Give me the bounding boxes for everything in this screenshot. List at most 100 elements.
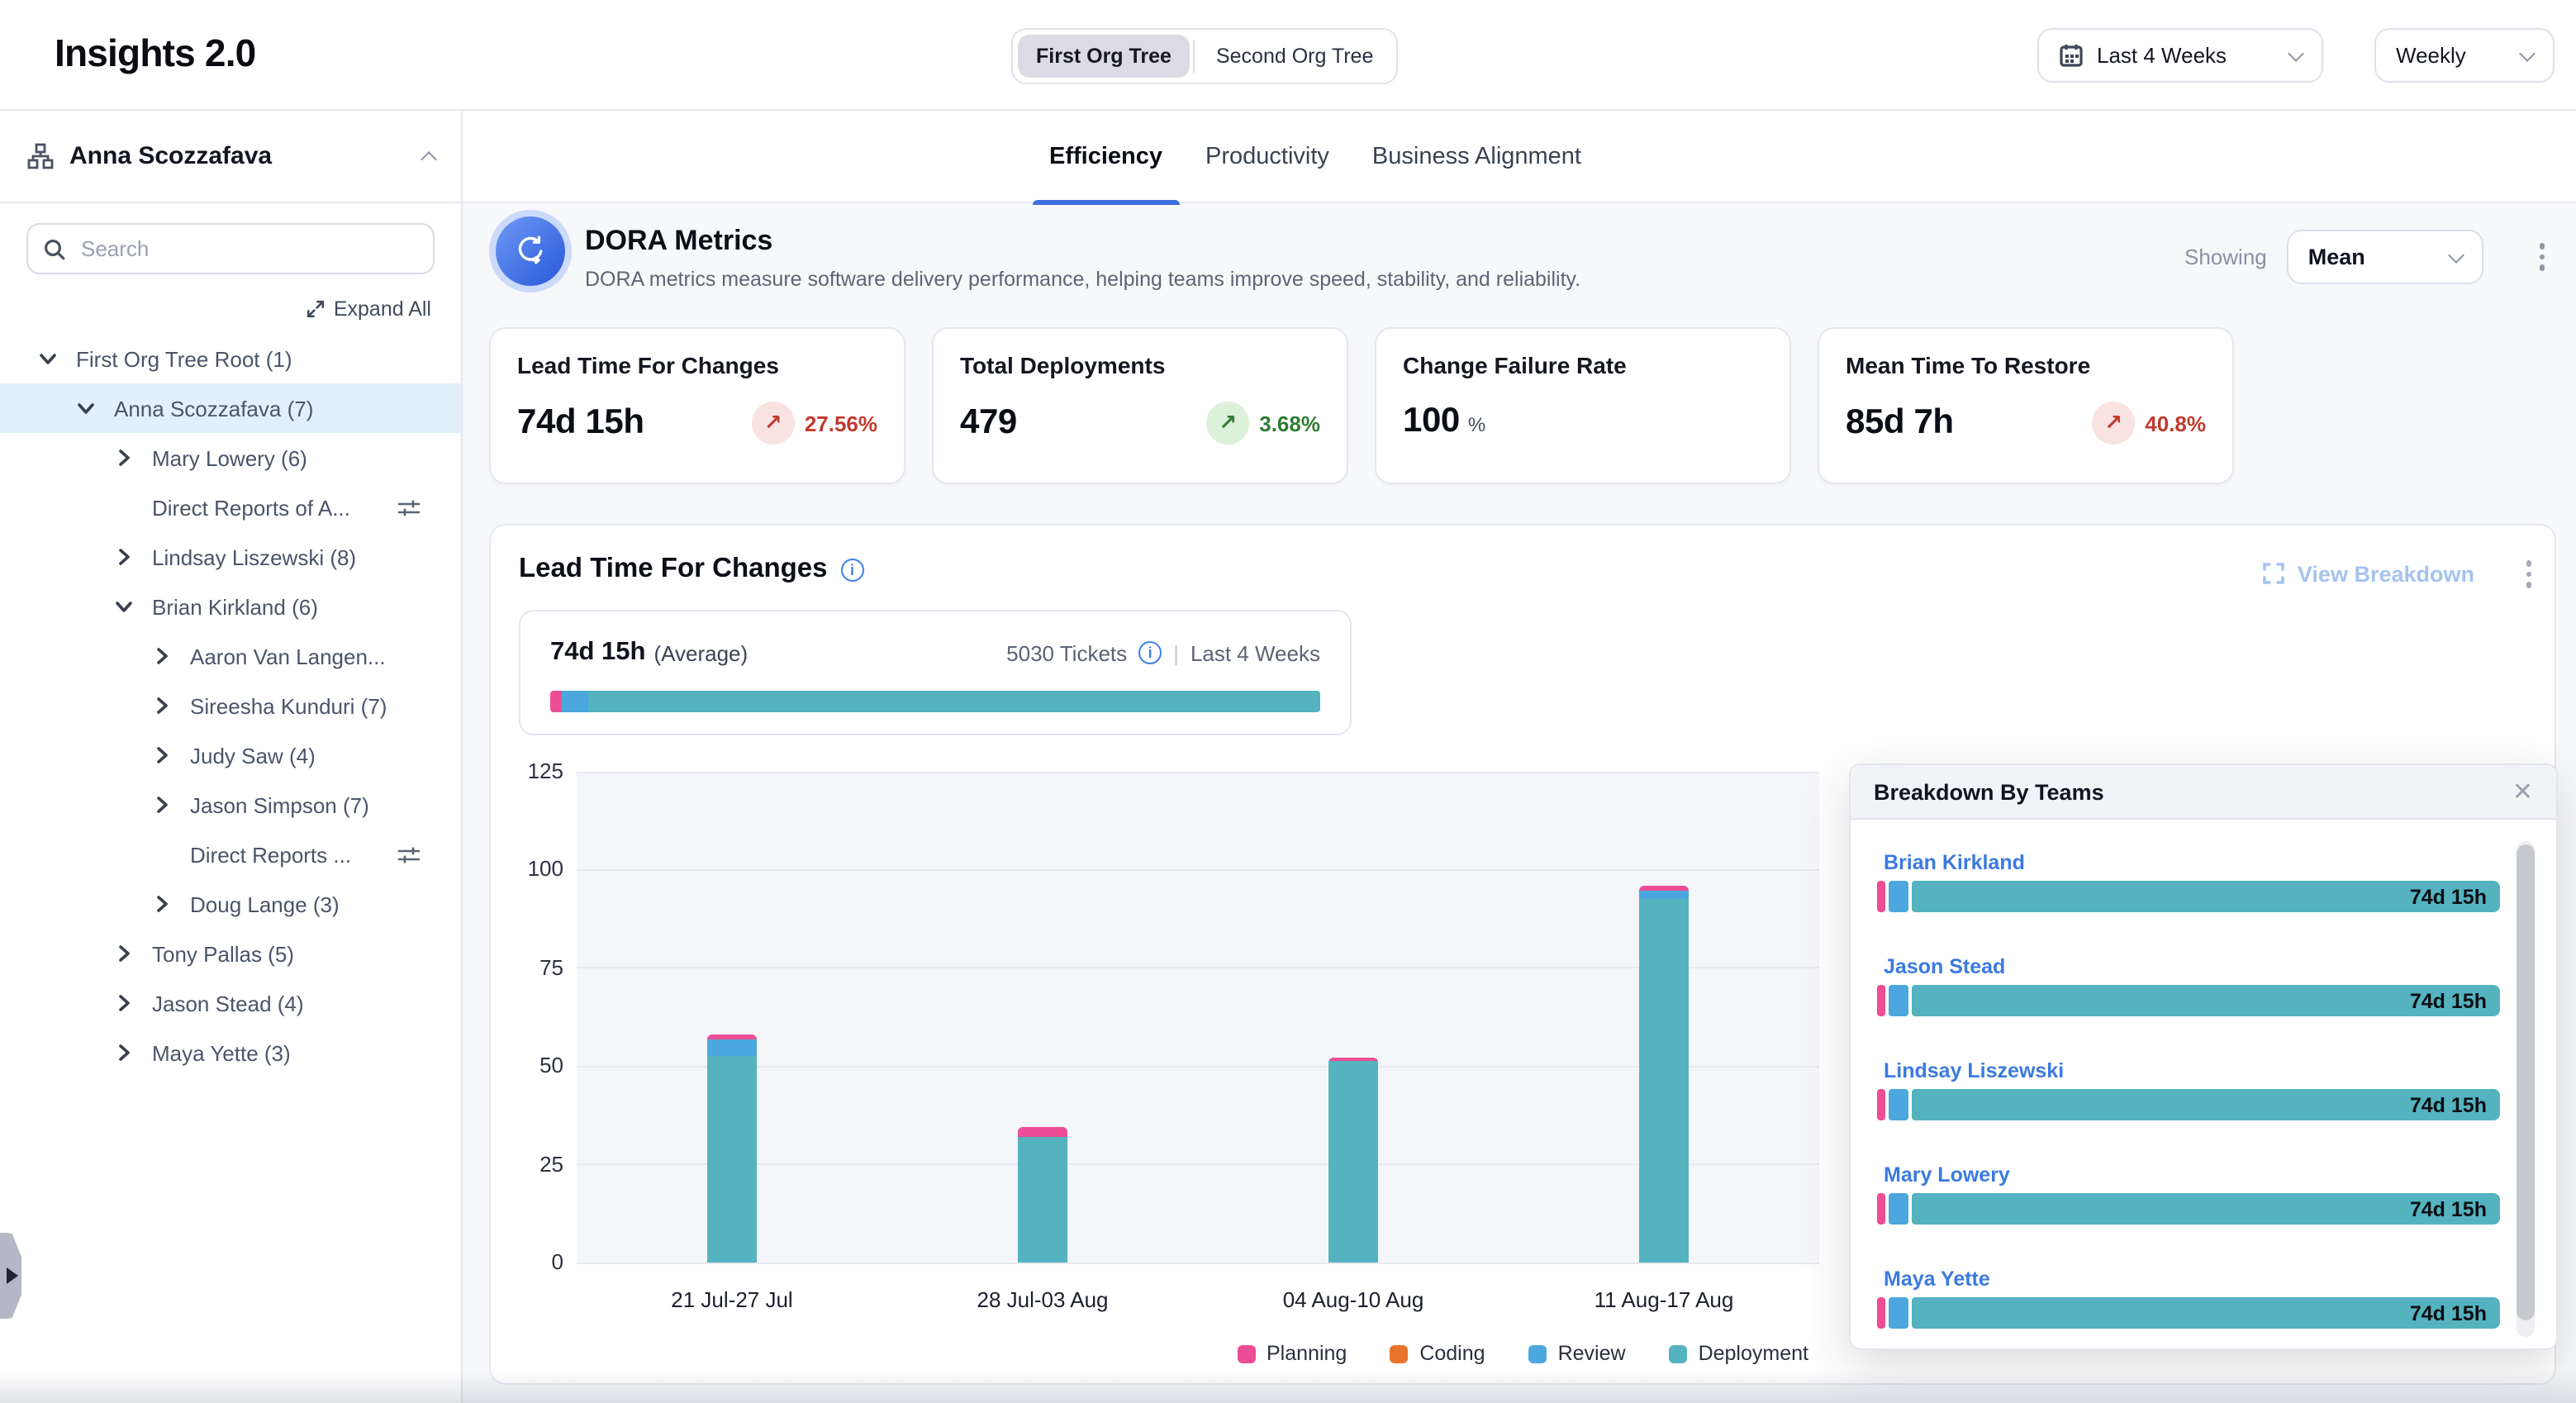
view-breakdown-button[interactable]: View Breakdown xyxy=(2298,562,2474,587)
chevron-right-icon[interactable] xyxy=(116,1044,152,1061)
tree-item-label: Jason Simpson (7) xyxy=(190,792,369,817)
info-icon[interactable]: i xyxy=(1138,641,1162,664)
chevron-right-icon[interactable] xyxy=(116,995,152,1011)
filter-settings-icon[interactable] xyxy=(397,497,421,518)
breakdown-panel-header: Breakdown By Teams ✕ xyxy=(1851,765,2556,820)
expand-all-label: Expand All xyxy=(334,297,431,321)
x-axis-tick-label: 11 Aug-17 Aug xyxy=(1595,1287,1734,1312)
team-link[interactable]: Jason Stead xyxy=(1884,955,2005,978)
tree-item-direct-reports-of-a[interactable]: Direct Reports of A... xyxy=(0,483,461,532)
tree-item-lindsay-liszewski-8[interactable]: Lindsay Liszewski (8) xyxy=(0,532,461,582)
chevron-down-icon[interactable] xyxy=(40,350,76,367)
chevron-right-icon[interactable] xyxy=(116,449,152,466)
chevron-right-icon[interactable] xyxy=(116,549,152,565)
filter-settings-icon[interactable] xyxy=(397,844,421,865)
metric-value: 479 xyxy=(960,403,1017,443)
tree-item-brian-kirkland-6[interactable]: Brian Kirkland (6) xyxy=(0,582,461,631)
chevron-right-icon[interactable] xyxy=(116,945,152,962)
tree-item-tony-pallas-5[interactable]: Tony Pallas (5) xyxy=(0,929,461,978)
tree-item-first-org-tree-root-1[interactable]: First Org Tree Root (1) xyxy=(0,334,461,383)
breakdown-scrollbar-track[interactable] xyxy=(2517,841,2535,1337)
breakdown-scrollbar-thumb[interactable] xyxy=(2517,844,2535,1320)
y-axis-tick-label: 50 xyxy=(501,1053,563,1077)
chart-bar-04-aug-10-aug[interactable] xyxy=(1328,1058,1378,1263)
metric-unit: % xyxy=(1468,413,1485,436)
tree-item-aaron-van-langen[interactable]: Aaron Van Langen... xyxy=(0,631,461,681)
legend-swatch xyxy=(1669,1344,1687,1363)
chart-bar-28-jul-03-aug[interactable] xyxy=(1018,1127,1067,1263)
tree-item-label: Doug Lange (3) xyxy=(190,892,340,916)
granularity-select[interactable]: Weekly xyxy=(2374,28,2555,83)
toggle-first-org-tree[interactable]: First Org Tree xyxy=(1018,35,1190,78)
tree-item-sireesha-kunduri-7[interactable]: Sireesha Kunduri (7) xyxy=(0,681,461,730)
expand-all-button[interactable]: Expand All xyxy=(0,297,431,321)
expand-all-icon xyxy=(306,299,326,319)
chevron-up-icon[interactable] xyxy=(421,151,437,168)
gridline xyxy=(577,1065,1819,1067)
dora-kebab-menu[interactable] xyxy=(2533,237,2552,278)
tree-item-doug-lange-3[interactable]: Doug Lange (3) xyxy=(0,879,461,929)
team-link[interactable]: Brian Kirkland xyxy=(1884,851,2025,874)
sidebar-search xyxy=(26,223,435,274)
divider xyxy=(1193,40,1195,73)
chevron-down-icon[interactable] xyxy=(116,598,152,615)
tree-item-mary-lowery-6[interactable]: Mary Lowery (6) xyxy=(0,433,461,483)
showing-select[interactable]: Mean xyxy=(2287,230,2483,284)
chevron-right-icon[interactable] xyxy=(154,697,190,714)
chevron-right-icon[interactable] xyxy=(154,896,190,912)
metric-cards-row: Lead Time For Changes74d 15h↗27.56%Total… xyxy=(489,327,2234,484)
tab-productivity[interactable]: Productivity xyxy=(1189,111,1346,203)
date-range-select[interactable]: Last 4 Weeks xyxy=(2037,28,2323,83)
legend-item-coding: Coding xyxy=(1390,1342,1485,1365)
divider: | xyxy=(1173,640,1179,665)
close-icon[interactable]: ✕ xyxy=(2512,779,2533,804)
chevron-down-icon xyxy=(2519,45,2536,61)
avg-bar-segment-deployment xyxy=(589,691,1320,712)
granularity-value: Weekly xyxy=(2396,43,2466,68)
search-input[interactable] xyxy=(78,235,418,263)
org-tree-icon xyxy=(26,142,55,170)
team-link[interactable]: Maya Yette xyxy=(1884,1267,1990,1291)
legend-label: Planning xyxy=(1267,1342,1347,1365)
team-phase-bar: 74d 15h xyxy=(1877,1297,2500,1329)
tree-item-jason-stead-4[interactable]: Jason Stead (4) xyxy=(0,978,461,1028)
trend-badge: ↗40.8% xyxy=(2092,402,2206,445)
team-value: 74d 15h xyxy=(2410,885,2487,908)
team-link[interactable]: Lindsay Liszewski xyxy=(1884,1059,2064,1082)
dora-metrics-title: DORA Metrics xyxy=(585,225,772,258)
dora-metrics-subtitle: DORA metrics measure software delivery p… xyxy=(585,268,1580,291)
average-phase-bar xyxy=(550,691,1320,712)
tree-item-anna-scozzafava-7[interactable]: Anna Scozzafava (7) xyxy=(0,383,461,433)
team-phase-bar: 74d 15h xyxy=(1877,881,2500,912)
tree-item-direct-reports[interactable]: Direct Reports ... xyxy=(0,830,461,879)
bar-segment-review xyxy=(1889,1193,1908,1225)
breakdown-by-teams-panel: Breakdown By Teams ✕ Brian Kirkland 74d 1… xyxy=(1849,763,2558,1350)
tree-item-jason-simpson-7[interactable]: Jason Simpson (7) xyxy=(0,780,461,830)
tab-efficiency[interactable]: Efficiency xyxy=(1033,111,1179,203)
dora-metrics-icon xyxy=(496,216,565,286)
sidebar-user-row[interactable]: Anna Scozzafava xyxy=(0,111,461,203)
legend-item-review: Review xyxy=(1528,1342,1626,1365)
tab-business-alignment[interactable]: Business Alignment xyxy=(1356,111,1598,203)
showing-row: Showing Mean xyxy=(2184,230,2552,284)
lead-time-kebab-menu[interactable] xyxy=(2519,554,2538,594)
chevron-down-icon[interactable] xyxy=(78,400,114,416)
info-icon[interactable]: i xyxy=(841,558,864,581)
chevron-right-icon[interactable] xyxy=(154,648,190,664)
legend-swatch xyxy=(1528,1344,1547,1363)
bar-segment-review xyxy=(1889,1089,1908,1120)
average-value: 74d 15h xyxy=(550,638,645,668)
chart-bar-11-aug-17-aug[interactable] xyxy=(1639,886,1689,1263)
chevron-right-icon[interactable] xyxy=(154,747,190,763)
lead-time-chart-plot: 025507510012521 Jul-27 Jul28 Jul-03 Aug0… xyxy=(577,772,1819,1263)
y-axis-tick-label: 0 xyxy=(501,1249,563,1274)
tree-item-judy-saw-4[interactable]: Judy Saw (4) xyxy=(0,730,461,780)
chart-bar-21-jul-27-jul[interactable] xyxy=(707,1034,757,1263)
chevron-right-icon[interactable] xyxy=(154,797,190,813)
tree-item-label: Tony Pallas (5) xyxy=(152,941,294,966)
tree-item-maya-yette-3[interactable]: Maya Yette (3) xyxy=(0,1028,461,1077)
team-value: 74d 15h xyxy=(2410,1301,2487,1325)
tickets-count: 5030 Tickets xyxy=(1006,640,1127,665)
toggle-second-org-tree[interactable]: Second Org Tree xyxy=(1198,35,1391,78)
team-link[interactable]: Mary Lowery xyxy=(1884,1163,2010,1187)
